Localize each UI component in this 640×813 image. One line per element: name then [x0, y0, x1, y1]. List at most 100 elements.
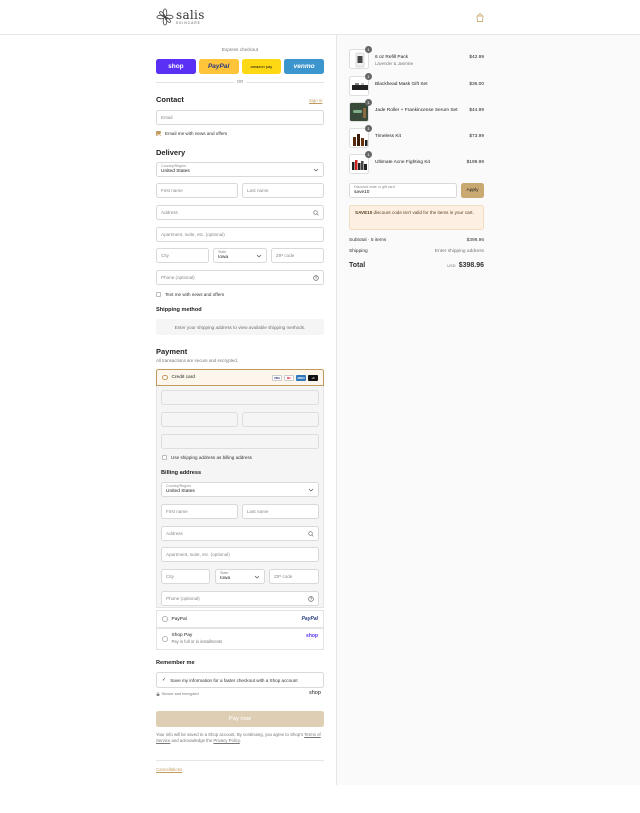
state-select[interactable]: State Iowa	[213, 248, 267, 263]
paypal-button[interactable]: PayPal	[198, 59, 239, 74]
item-name: Ultimate Acne Fighting Kit	[375, 160, 430, 165]
item-price: $42.99	[469, 55, 484, 60]
shipping-method-note: Enter your shipping address to view avai…	[156, 319, 324, 335]
fine-print-end: .	[239, 738, 241, 744]
city-field[interactable]: City	[156, 248, 209, 263]
refill-pack-image	[355, 52, 365, 68]
cancellations-link[interactable]: Cancellations	[156, 767, 182, 772]
billing-address-field[interactable]: Address	[161, 526, 319, 541]
card-cvv-field[interactable]	[242, 412, 319, 427]
or-divider: OR	[156, 79, 324, 85]
brand-logo[interactable]: salis SKINCARE	[156, 7, 205, 27]
acne-kit-image	[352, 160, 367, 170]
billing-phone-placeholder: Phone (optional)	[166, 596, 200, 601]
item-price: $36.00	[469, 82, 484, 87]
chevron-down-icon	[313, 168, 319, 172]
help-circle-icon[interactable]	[313, 275, 319, 281]
paypal-radio[interactable]	[162, 616, 168, 622]
checkbox-unchecked[interactable]	[162, 455, 167, 460]
brand-tagline: SKINCARE	[176, 20, 201, 25]
discount-error-banner: SAVE10 discount code isn't valid for the…	[349, 205, 484, 230]
item-name: Blackhead Mask Gift Set	[375, 82, 428, 87]
checkbox-unchecked[interactable]	[156, 292, 161, 297]
shipping-row: Shipping Enter shipping address	[349, 249, 484, 254]
chevron-down-icon	[254, 575, 260, 579]
subtotal-row: Subtotal · 5 items $398.96	[349, 238, 484, 243]
text-me-checkbox[interactable]: Text me with news and offers	[156, 292, 224, 297]
mastercard-icon: MC	[284, 375, 294, 381]
timeless-kit-image	[353, 134, 368, 146]
amazon-pay-button[interactable]: amazon pay	[241, 59, 282, 74]
discount-error-text: discount code isn't valid for the items …	[372, 210, 474, 215]
phone-placeholder: Phone (optional)	[161, 275, 195, 280]
newsletter-checkbox[interactable]: Email me with news and offers	[156, 131, 227, 136]
first-name-field[interactable]: First name	[156, 183, 238, 198]
pay-now-button[interactable]: Pay now	[156, 711, 324, 727]
checkbox-checked[interactable]	[156, 131, 161, 136]
discount-code-field[interactable]: Discount code or gift card save10	[349, 183, 457, 198]
discount-error-code: SAVE10	[355, 210, 373, 215]
cart-item: 1 Blackhead Mask Gift Set $36.00	[349, 73, 484, 96]
country-select[interactable]: Country/Region United States	[156, 162, 324, 177]
save-info-label: Save my information for a faster checkou…	[170, 677, 298, 683]
billing-country-value: United States	[166, 488, 195, 494]
help-circle-icon[interactable]	[308, 596, 314, 602]
shop-wordmark-icon: shop	[309, 690, 321, 696]
address-field[interactable]: Address	[156, 205, 324, 220]
save-info-checkbox[interactable]: ✓ Save my information for a faster check…	[156, 672, 324, 688]
chevron-down-icon	[256, 254, 262, 258]
shipping-value: Enter shipping address	[434, 249, 484, 254]
sign-in-link[interactable]: Sign in	[309, 98, 322, 103]
address-placeholder: Address	[161, 210, 178, 215]
last-name-field[interactable]: Last name	[242, 183, 324, 198]
billing-state-select[interactable]: State Iowa	[215, 569, 265, 584]
search-icon	[313, 210, 319, 216]
billing-address-placeholder: Address	[166, 531, 183, 536]
item-name: Timeless Kit	[375, 134, 401, 139]
billing-first-name-field[interactable]: First name	[161, 504, 238, 519]
shop-logo-icon: shop	[306, 633, 318, 639]
billing-zip-field[interactable]: ZIP code	[269, 569, 319, 584]
shop-pay-radio[interactable]	[162, 636, 168, 642]
email-field[interactable]: Email	[156, 110, 324, 125]
jade-roller-image	[350, 103, 368, 121]
use-shipping-checkbox[interactable]: Use shipping address as billing address	[162, 455, 252, 460]
card-name-field[interactable]	[161, 434, 319, 449]
zip-field[interactable]: ZIP code	[271, 248, 324, 263]
billing-last-name-field[interactable]: Last name	[242, 504, 319, 519]
shipping-label: Shipping	[349, 249, 368, 254]
checkmark-icon: ✓	[162, 677, 167, 683]
item-name: Jade Roller + Frankincense Serum Set	[375, 108, 458, 113]
credit-card-radio[interactable]	[162, 374, 168, 381]
item-variant: Lavender & Jasmine	[375, 61, 414, 66]
visa-icon: VISA	[272, 375, 282, 381]
apply-discount-button[interactable]: Apply	[461, 183, 484, 198]
newsletter-label: Email me with news and offers	[165, 131, 228, 136]
shop-pay-option[interactable]: Shop Pay Pay in full or in installments …	[156, 628, 324, 650]
venmo-button[interactable]: venmo	[284, 59, 324, 74]
apartment-field[interactable]: Apartment, suite, etc. (optional)	[156, 227, 324, 242]
billing-city-field[interactable]: City	[161, 569, 210, 584]
billing-country-select[interactable]: Country/Region United States	[161, 482, 319, 497]
subtotal-label: Subtotal · 5 items	[349, 238, 387, 243]
payment-heading: Payment	[156, 347, 188, 356]
shopping-bag-icon[interactable]	[476, 13, 484, 22]
phone-field[interactable]: Phone (optional)	[156, 270, 324, 285]
card-number-field[interactable]	[161, 390, 319, 405]
billing-apartment-field[interactable]: Apartment, suite, etc. (optional)	[161, 547, 319, 562]
lock-icon	[156, 692, 160, 696]
quantity-badge: 1	[365, 151, 372, 158]
brand-name: salis	[176, 7, 205, 22]
card-expiry-field[interactable]	[161, 412, 238, 427]
cart-item: 1 Jade Roller + Frankincense Serum Set $…	[349, 99, 484, 122]
item-price: $44.99	[469, 108, 484, 113]
item-price: $73.99	[469, 134, 484, 139]
credit-card-option[interactable]: Credit card VISA MC AMEX +4	[156, 369, 324, 386]
billing-phone-field[interactable]: Phone (optional)	[161, 591, 319, 606]
item-name: 6 oz Refill Pack	[375, 55, 409, 60]
shop-pay-sublabel: Pay in full or in installments	[171, 639, 223, 645]
shop-pay-button[interactable]: shop	[156, 59, 196, 74]
express-checkout-label: Express checkout	[221, 47, 259, 52]
paypal-option[interactable]: PayPal PayPal	[156, 610, 324, 628]
privacy-link[interactable]: Privacy Policy	[213, 738, 239, 743]
